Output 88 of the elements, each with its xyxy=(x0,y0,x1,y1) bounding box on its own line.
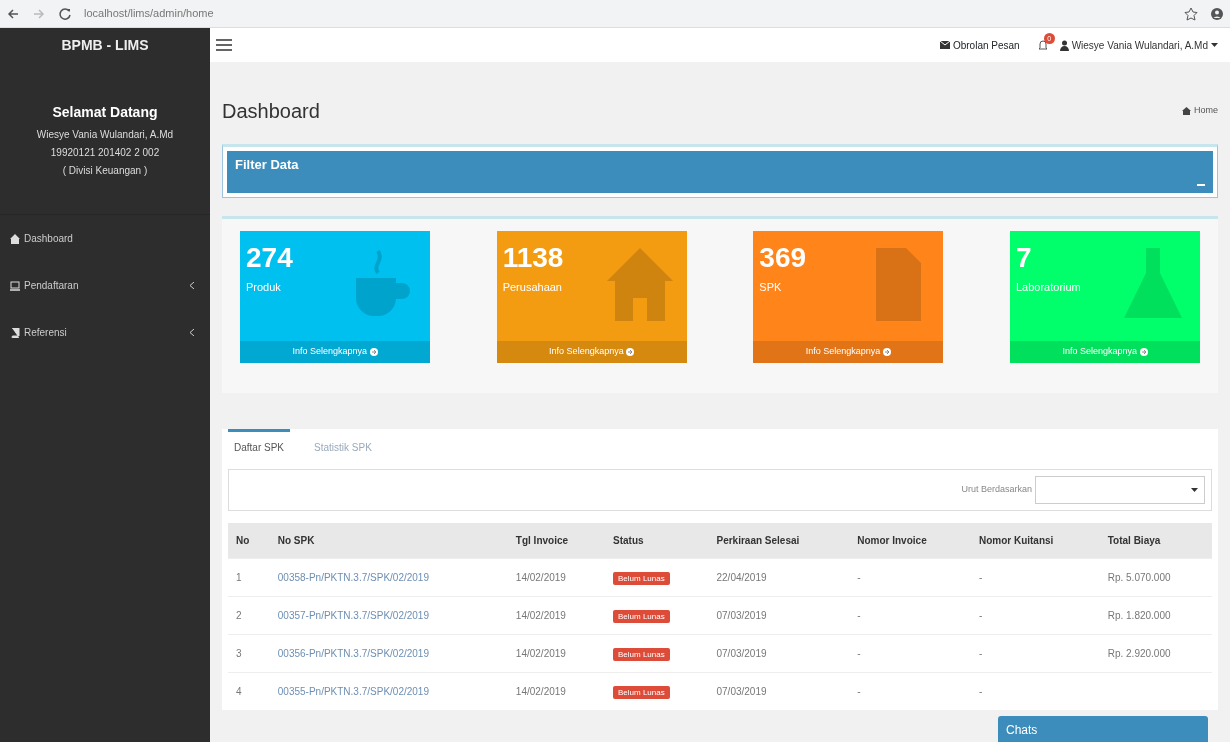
user-icon xyxy=(1059,39,1069,51)
table-cell: - xyxy=(849,558,971,596)
messages-link[interactable]: Obrolan Pesan xyxy=(939,37,1020,53)
more-info-link[interactable]: Info Selengkapnya xyxy=(240,341,430,363)
address-bar[interactable]: localhost/lims/admin/home xyxy=(84,5,214,22)
table-cell: Rp. 2.920.000 xyxy=(1099,634,1212,672)
column-header: Total Biaya xyxy=(1099,522,1212,558)
status-badge: Belum Lunas xyxy=(613,571,670,585)
star-icon[interactable] xyxy=(1184,6,1198,21)
table-cell: - xyxy=(970,634,1100,672)
welcome-text: Selamat Datang xyxy=(51,103,159,122)
more-info-link[interactable]: Info Selengkapnya xyxy=(753,341,944,363)
table-cell: - xyxy=(849,596,971,634)
table-cell: 1 xyxy=(228,558,270,596)
user-division: ( Divisi Keuangan ) xyxy=(61,164,149,178)
stat-label: Perusahaan xyxy=(502,280,563,295)
back-icon[interactable] xyxy=(6,6,20,21)
stat-value: 274 xyxy=(246,241,294,275)
table-cell: 3 xyxy=(228,634,270,672)
stat-value: 1138 xyxy=(502,241,565,275)
chevron-icon[interactable] xyxy=(190,282,194,289)
breadcrumb-link[interactable]: Home xyxy=(1182,104,1218,118)
table-cell: - xyxy=(849,672,971,710)
status-badge: Belum Lunas xyxy=(613,685,670,699)
arrow-circle-icon xyxy=(626,347,635,356)
status-badge: Belum Lunas xyxy=(613,647,670,661)
table-cell: 2 xyxy=(228,596,270,634)
user-menu[interactable]: Wiesye Vania Wulandari, A.Md xyxy=(1059,37,1218,53)
table-cell: - xyxy=(849,634,971,672)
spk-link[interactable]: 00356-Pn/PKTN.3.7/SPK/02/2019 xyxy=(277,647,429,659)
arrow-circle-icon xyxy=(882,347,891,356)
spk-link[interactable]: 00358-Pn/PKTN.3.7/SPK/02/2019 xyxy=(277,571,429,583)
status-badge: Belum Lunas xyxy=(613,609,670,623)
bell-icon[interactable] xyxy=(1037,39,1048,51)
more-info-link[interactable]: Info Selengkapnya xyxy=(496,341,687,363)
stat-label: Produk xyxy=(246,280,282,295)
caret-icon xyxy=(1211,43,1218,47)
menu-icon[interactable] xyxy=(216,38,232,52)
arrow-circle-icon xyxy=(1139,347,1148,356)
table-cell: 4 xyxy=(228,672,270,710)
tab[interactable]: Daftar SPK xyxy=(228,428,291,463)
table-cell: - xyxy=(970,672,1100,710)
sidebar-item[interactable]: Dashboard xyxy=(24,231,73,246)
table-cell: 14/02/2019 xyxy=(507,596,605,634)
column-header: Nomor Invoice xyxy=(849,522,971,558)
tab[interactable]: Statistik SPK xyxy=(308,428,378,463)
table-cell: Rp. 5.070.000 xyxy=(1099,558,1212,596)
home-icon xyxy=(10,233,20,244)
table-cell: - xyxy=(970,558,1100,596)
table-cell: Rp. 1.820.000 xyxy=(1099,596,1212,634)
table-cell: 22/04/2019 xyxy=(708,558,850,596)
stat-label: Laboratorium xyxy=(1015,280,1082,295)
sidebar-item[interactable]: Referensi xyxy=(24,325,67,340)
sidebar-item[interactable]: Pendaftaran xyxy=(24,278,79,293)
column-header: Tgl Invoice xyxy=(507,522,605,558)
envelope-icon xyxy=(939,41,950,49)
column-header: Status xyxy=(605,522,709,558)
column-header: Perkiraan Selesai xyxy=(708,522,850,558)
reload-icon[interactable] xyxy=(58,6,72,21)
caret-icon xyxy=(1191,487,1198,492)
home-icon xyxy=(1182,107,1191,115)
user-id: 19920121 201402 2 002 xyxy=(49,146,161,160)
column-header: No SPK xyxy=(269,522,508,558)
chevron-icon[interactable] xyxy=(190,329,194,336)
page-title: Dashboard xyxy=(222,99,320,124)
book-icon xyxy=(10,327,20,338)
table-cell: 07/03/2019 xyxy=(708,634,850,672)
laptop-icon xyxy=(10,280,20,291)
table-cell: 14/02/2019 xyxy=(507,672,605,710)
table-cell: 07/03/2019 xyxy=(708,596,850,634)
brand-title[interactable]: BPMB - LIMS xyxy=(0,28,210,62)
filter-title: Filter Data xyxy=(235,156,299,174)
sort-label: Urut Berdasarkan xyxy=(961,482,1032,496)
stat-label: SPK xyxy=(759,280,783,295)
table-cell: 07/03/2019 xyxy=(708,672,850,710)
user-name: Wiesye Vania Wulandari, A.Md xyxy=(35,128,175,142)
spk-link[interactable]: 00357-Pn/PKTN.3.7/SPK/02/2019 xyxy=(277,609,429,621)
account-icon[interactable] xyxy=(1210,6,1224,21)
table-cell: - xyxy=(970,596,1100,634)
column-header: Nomor Kuitansi xyxy=(970,522,1100,558)
stat-value: 369 xyxy=(759,241,808,275)
column-header: No xyxy=(228,522,270,558)
table-cell: 14/02/2019 xyxy=(507,558,605,596)
stat-value: 7 xyxy=(1015,241,1033,275)
chat-bar[interactable]: Chats xyxy=(998,716,1208,742)
table-cell: 14/02/2019 xyxy=(507,634,605,672)
spk-link[interactable]: 00355-Pn/PKTN.3.7/SPK/02/2019 xyxy=(277,685,429,697)
arrow-circle-icon xyxy=(369,347,378,356)
